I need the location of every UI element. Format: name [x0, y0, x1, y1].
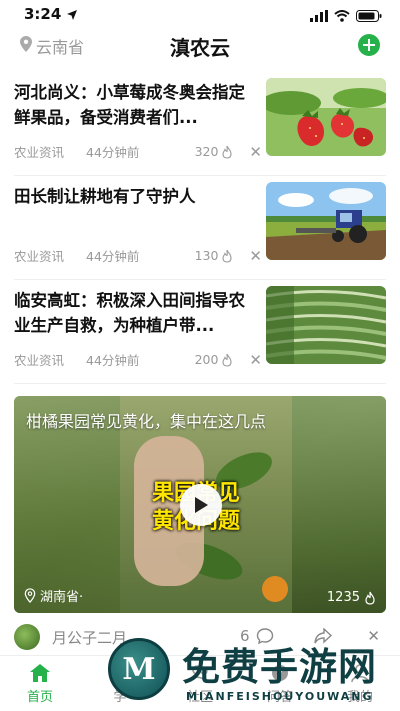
video-bg-right — [291, 396, 386, 613]
news-category: 农业资讯 — [14, 353, 65, 368]
home-icon — [28, 662, 52, 684]
news-headline[interactable]: 临安高虹：积极深入田间指导农业生产自救，为种植户带... — [14, 288, 254, 338]
tab-label: 问答 — [266, 690, 293, 705]
tab-learn[interactable]: 学 — [80, 656, 160, 711]
status-bar: 3:24 — [0, 0, 400, 28]
tab-home[interactable]: 首页 — [0, 656, 80, 711]
user-icon — [348, 662, 372, 684]
tab-profile[interactable]: 我的 — [320, 656, 400, 711]
video-location-label: 湖南省· — [40, 590, 84, 605]
play-button[interactable] — [180, 484, 222, 526]
news-views: 130 — [195, 248, 234, 263]
video-title: 柑橘果园常见黄化，集中在这几点 — [26, 412, 267, 431]
news-meta: 农业资讯 44分钟前 130 ✕ — [14, 246, 262, 265]
tab-label: 学 — [113, 690, 127, 705]
plus-icon — [363, 39, 375, 51]
news-item[interactable]: 临安高虹：积极深入田间指导农业生产自救，为种植户带... 农业资讯 44分钟前 … — [14, 280, 386, 384]
community-icon — [188, 662, 212, 684]
views-count: 200 — [194, 352, 219, 367]
app-title: 滇农云 — [170, 36, 230, 60]
news-views: 200 — [195, 352, 234, 367]
comment-button[interactable]: 6 — [240, 627, 274, 645]
news-time: 44分钟前 — [86, 145, 140, 160]
orange-shape — [262, 576, 288, 602]
status-time: 3:24 — [24, 5, 62, 23]
comment-count: 6 — [240, 627, 250, 645]
tab-community[interactable]: 社区 — [160, 656, 240, 711]
news-thumbnail-terraces[interactable] — [266, 286, 386, 364]
dismiss-icon[interactable]: ✕ — [249, 351, 262, 369]
news-thumbnail-strawberry[interactable] — [266, 78, 386, 156]
play-icon — [195, 497, 208, 513]
share-icon[interactable] — [314, 627, 333, 648]
news-time: 44分钟前 — [86, 249, 140, 264]
news-category: 农业资讯 — [14, 145, 65, 160]
author-name[interactable]: 月公子二月 — [52, 627, 127, 648]
add-button[interactable] — [358, 34, 380, 56]
news-time: 44分钟前 — [86, 353, 140, 368]
tab-qa[interactable]: ? 问答 — [240, 656, 320, 711]
video-card[interactable]: 柑橘果园常见黄化，集中在这几点 果园常见 黄化问题 湖南省· 1235 — [14, 396, 386, 613]
news-headline[interactable]: 田长制让耕地有了守护人 — [14, 184, 254, 209]
app-header: 云南省 滇农云 — [0, 28, 400, 64]
video-views: 1235 — [327, 590, 376, 605]
location-pin-icon — [24, 588, 36, 603]
flame-icon — [365, 591, 375, 605]
views-count: 320 — [194, 144, 219, 159]
comment-icon — [256, 628, 273, 645]
wifi-icon — [334, 7, 350, 26]
news-item[interactable]: 河北尚义：小草莓成冬奥会指定鲜果品，备受消费者们... 农业资讯 44分钟前 3… — [14, 72, 386, 176]
dismiss-icon[interactable]: ✕ — [249, 247, 262, 265]
news-category: 农业资讯 — [14, 249, 65, 264]
video-location: 湖南省· — [24, 586, 83, 605]
qa-icon: ? — [268, 662, 292, 684]
dismiss-icon[interactable]: ✕ — [249, 143, 262, 161]
flame-icon — [222, 353, 232, 367]
location-arrow-icon — [66, 6, 78, 25]
dismiss-icon[interactable]: ✕ — [367, 627, 380, 645]
flame-icon — [222, 249, 232, 263]
book-icon — [108, 662, 132, 684]
bottom-tab-bar: 首页 学 社区 ? 问答 我的 — [0, 655, 400, 711]
news-item[interactable]: 田长制让耕地有了守护人 农业资讯 44分钟前 130 ✕ — [14, 176, 386, 280]
news-meta: 农业资讯 44分钟前 200 ✕ — [14, 350, 262, 369]
tab-label: 我的 — [346, 690, 373, 705]
tab-label: 首页 — [26, 690, 53, 705]
avatar[interactable] — [14, 624, 40, 650]
svg-text:?: ? — [277, 667, 283, 680]
tab-label: 社区 — [186, 690, 213, 705]
battery-icon — [356, 7, 382, 26]
signal-icon — [310, 7, 328, 26]
news-headline[interactable]: 河北尚义：小草莓成冬奥会指定鲜果品，备受消费者们... — [14, 80, 254, 130]
flame-icon — [222, 145, 232, 159]
views-count: 130 — [194, 248, 219, 263]
news-views: 320 — [195, 144, 234, 159]
news-thumbnail-tractor[interactable] — [266, 182, 386, 260]
news-meta: 农业资讯 44分钟前 320 ✕ — [14, 142, 262, 161]
video-author-row: 月公子二月 6 ✕ — [14, 622, 386, 652]
views-count: 1235 — [326, 590, 360, 605]
